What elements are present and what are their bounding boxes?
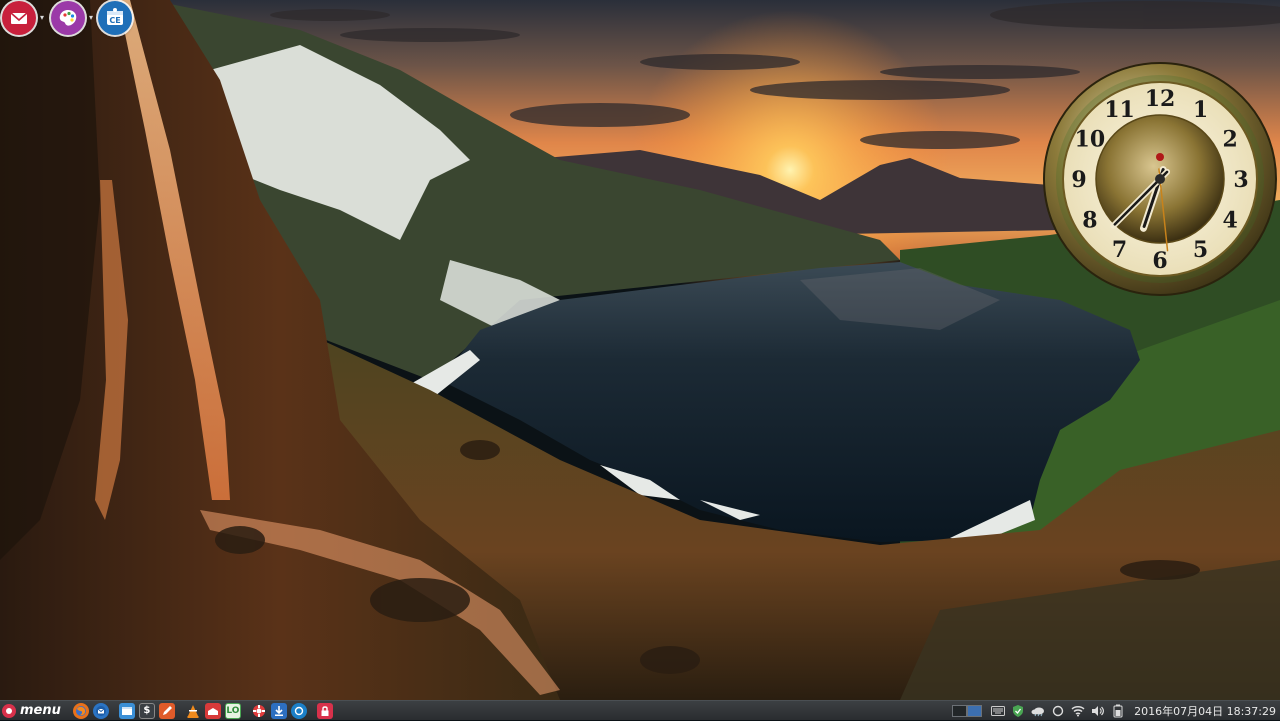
clock-numeral-8: 8 <box>1082 208 1097 234</box>
libreoffice-icon[interactable]: LO <box>224 702 241 719</box>
clock-ornament-dot <box>1156 153 1164 161</box>
mail-launcher-dropdown-arrow[interactable]: ▾ <box>40 14 44 22</box>
system-tray: 2016年07月04日 18:37:29 <box>952 701 1280 721</box>
workspace-2[interactable] <box>967 704 983 717</box>
menu-label: menu <box>20 703 61 718</box>
clock-numeral-10: 10 <box>1075 127 1106 153</box>
shield-icon[interactable] <box>1010 704 1026 718</box>
palette-launcher-icon[interactable] <box>51 1 85 35</box>
vlc-icon[interactable] <box>185 703 201 719</box>
clock-numeral-9: 9 <box>1071 167 1086 193</box>
volume-icon[interactable] <box>1090 704 1106 718</box>
palette-launcher-dropdown-arrow[interactable]: ▾ <box>89 14 93 22</box>
clock-numeral-2: 2 <box>1222 127 1237 153</box>
clock-center-pin <box>1155 174 1165 184</box>
clock-numeral-6: 6 <box>1152 248 1167 274</box>
keyboard-icon[interactable] <box>990 704 1006 718</box>
circle-icon[interactable] <box>1050 704 1066 718</box>
workspace-1[interactable] <box>952 704 968 717</box>
analog-clock-widget[interactable]: 12 1 2 3 4 5 6 7 8 9 10 11 <box>1042 61 1278 297</box>
power-icon[interactable] <box>290 702 307 719</box>
weather-icon[interactable] <box>1030 704 1046 718</box>
clock-numeral-7: 7 <box>1112 237 1127 263</box>
svg-text:CE: CE <box>109 16 120 25</box>
taskbar: menu $ LO 2016年07月04日 18:37:29 <box>0 700 1280 720</box>
firefox-icon[interactable] <box>72 702 89 719</box>
taskbar-datetime[interactable]: 2016年07月04日 18:37:29 <box>1128 703 1280 719</box>
terminal-icon[interactable]: $ <box>138 702 155 719</box>
menu-logo-icon <box>2 703 16 718</box>
thunderbird-icon[interactable] <box>92 702 109 719</box>
mail-client-icon[interactable] <box>204 702 221 719</box>
clock-numeral-5: 5 <box>1193 237 1208 263</box>
lock-icon[interactable] <box>316 702 333 719</box>
clock-numeral-1: 1 <box>1193 97 1208 123</box>
clock-numeral-4: 4 <box>1222 208 1237 234</box>
battery-icon[interactable] <box>1110 704 1126 718</box>
clock-numeral-12: 12 <box>1145 86 1176 112</box>
downloader-icon[interactable] <box>270 702 287 719</box>
clock-numeral-11: 11 <box>1104 97 1135 123</box>
wifi-icon[interactable] <box>1070 704 1086 718</box>
workspace-pager <box>952 704 983 717</box>
ce-info-launcher-icon[interactable]: CE <box>98 1 132 35</box>
lifebuoy-icon[interactable] <box>251 703 267 719</box>
file-manager-icon[interactable] <box>118 702 135 719</box>
text-editor-icon[interactable] <box>158 702 175 719</box>
clock-numeral-3: 3 <box>1233 167 1248 193</box>
start-menu-button[interactable]: menu <box>0 701 65 721</box>
mail-launcher-icon[interactable] <box>2 1 36 35</box>
